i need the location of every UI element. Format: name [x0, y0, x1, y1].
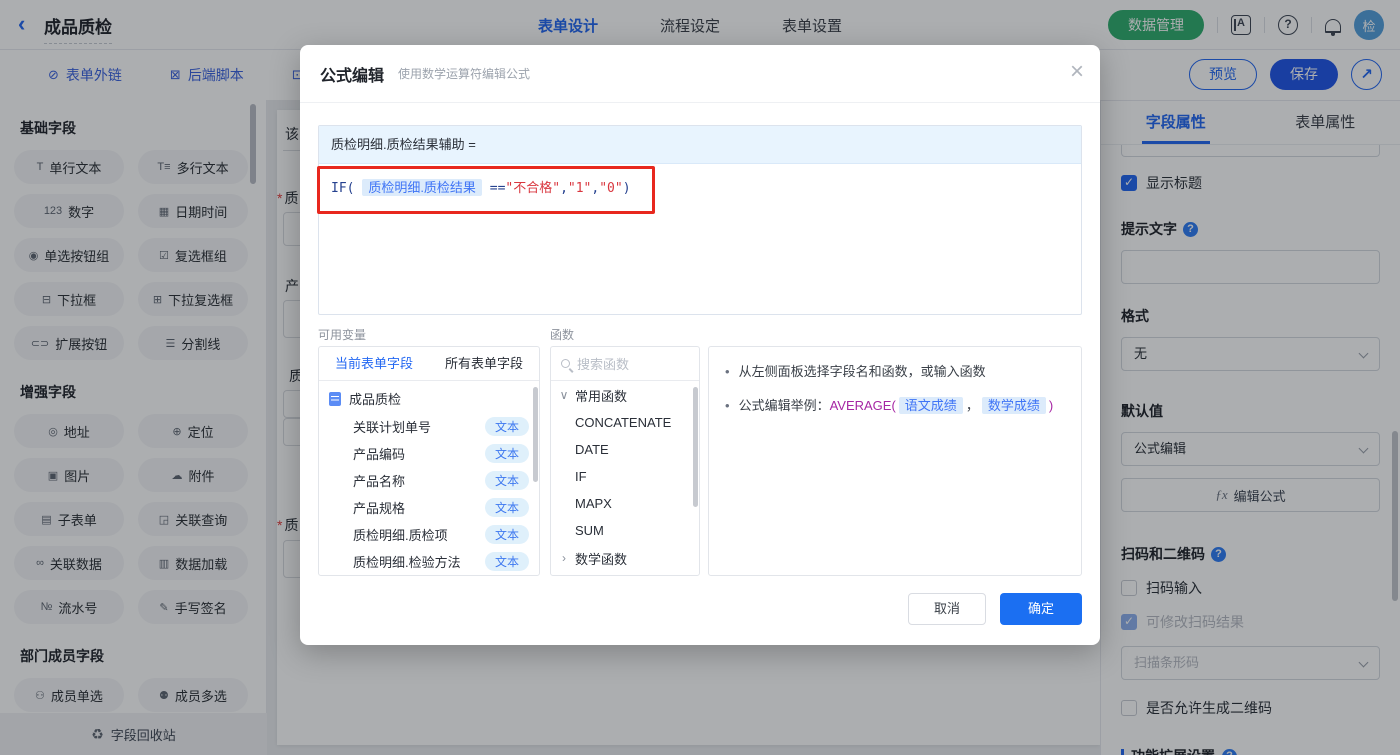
dialog-title: 公式编辑 — [320, 67, 385, 85]
functions-list: ∨ 常用函数 CONCATENATEDATEIFMAPXSUM › 数学函数 ›文本函数 — [551, 381, 699, 575]
variables-tab-当前表单字段[interactable]: 当前表单字段 — [319, 347, 429, 380]
function-group-label: 数学函数 — [575, 551, 628, 567]
function-group-常用函数[interactable]: ∨ 常用函数 — [551, 381, 699, 409]
variable-row[interactable]: 质检明细.质检结果文本 — [319, 575, 539, 576]
formula-code-input[interactable]: IF( 质检明细.质检结果 =="不合格","1","0") — [319, 164, 1081, 213]
functions-label: 函数 — [550, 328, 575, 342]
form-icon — [329, 391, 341, 406]
formula-editor: 质检明细.质检结果辅助 = IF( 质检明细.质检结果 =="不合格","1",… — [318, 125, 1082, 315]
variable-type-badge: 文本 — [484, 498, 529, 517]
variable-name: 质检明细.质检项 — [353, 528, 448, 543]
tip-text-part: AVERAGE( — [829, 398, 896, 413]
function-group-文本函数[interactable]: ›文本函数 — [551, 572, 699, 575]
close-icon[interactable]: × — [1070, 58, 1084, 86]
function-group-label: 常用函数 — [575, 388, 628, 404]
variable-type-badge: 文本 — [484, 552, 529, 571]
formula-token: == — [481, 181, 506, 196]
variable-name: 质检明细.检验方法 — [353, 555, 461, 570]
dialog-subtitle: 使用数学运算符编辑公式 — [398, 67, 531, 81]
tip-example: 公式编辑举例：AVERAGE(语文成绩，数学成绩) — [725, 395, 1065, 416]
formula-target-field: 质检明细.质检结果辅助 = — [319, 126, 1081, 164]
function-item-CONCATENATE[interactable]: CONCATENATE — [551, 409, 699, 436]
form-node-row[interactable]: 成品质检 — [319, 381, 539, 413]
tips-panel: 从左侧面板选择字段名和函数，或输入函数 公式编辑举例：AVERAGE(语文成绩，… — [708, 346, 1082, 576]
confirm-button[interactable]: 确定 — [1000, 593, 1082, 625]
formula-variable-chip[interactable]: 质检明细.质检结果 — [362, 179, 482, 196]
variable-type-badge: 文本 — [484, 444, 529, 463]
function-item-IF[interactable]: IF — [551, 463, 699, 490]
variable-row[interactable]: 产品编码 文本 — [319, 440, 539, 467]
variable-type-badge: 文本 — [484, 525, 529, 544]
tip-text-part: 公式编辑举例： — [738, 398, 830, 413]
variables-tab-所有表单字段[interactable]: 所有表单字段 — [429, 347, 539, 380]
variable-row[interactable]: 质检明细.检验方法 文本 — [319, 548, 539, 575]
tip-text-part: ) — [1048, 398, 1054, 413]
example-field-chip[interactable]: 语文成绩 — [898, 397, 963, 414]
formula-editor-dialog: 公式编辑 使用数学运算符编辑公式 × 质检明细.质检结果辅助 = IF( 质检明… — [300, 45, 1100, 645]
variables-tabs: 当前表单字段 所有表单字段 — [319, 347, 539, 381]
variable-type-badge: 文本 — [484, 417, 529, 436]
variable-row[interactable]: 关联计划单号 文本 — [319, 413, 539, 440]
variables-list: 关联计划单号 文本 产品编码 文本 产品名称 文本 产品规格 文本 质检明细.质检项 文本 质检明细… — [319, 413, 539, 576]
variable-name: 产品规格 — [353, 501, 406, 516]
function-group-数学函数[interactable]: › 数学函数 — [551, 544, 699, 572]
formula-token: ) — [622, 181, 631, 196]
formula-token: , — [560, 181, 568, 196]
function-item-SUM[interactable]: SUM — [551, 517, 699, 544]
formula-token: IF( — [331, 181, 363, 196]
variable-row[interactable]: 质检明细.质检项 文本 — [319, 521, 539, 548]
variable-row[interactable]: 产品规格 文本 — [319, 494, 539, 521]
formula-token: "0" — [599, 181, 623, 196]
chevron-collapsed-icon: › — [562, 551, 566, 565]
variables-label: 可用变量 — [318, 328, 367, 342]
variable-type-badge: 文本 — [484, 471, 529, 490]
function-search[interactable]: 搜索函数 — [551, 347, 699, 381]
variable-name: 产品编码 — [353, 447, 406, 462]
cancel-button[interactable]: 取消 — [908, 593, 986, 625]
variable-row[interactable]: 产品名称 文本 — [319, 467, 539, 494]
functions-panel: 搜索函数 ∨常用函数CONCATENATEDATEIFMAPXSUM›数学函数›… — [550, 346, 700, 576]
tip-text: 从左侧面板选择字段名和函数，或输入函数 — [725, 361, 1065, 382]
variables-panel: 当前表单字段 所有表单字段 成品质检 关联计划单号 文本 产品编码 文本 产品名称 文本 产品… — [318, 346, 540, 576]
search-placeholder: 搜索函数 — [577, 357, 630, 372]
tip-text-part: ， — [965, 398, 979, 413]
function-item-MAPX[interactable]: MAPX — [551, 490, 699, 517]
formula-token: "不合格" — [505, 181, 561, 196]
function-item-DATE[interactable]: DATE — [551, 436, 699, 463]
variable-name: 关联计划单号 — [353, 420, 432, 435]
search-icon — [561, 359, 570, 368]
variables-scrollbar[interactable] — [533, 387, 538, 482]
example-field-chip[interactable]: 数学成绩 — [981, 397, 1046, 414]
formula-token: "1" — [567, 181, 592, 196]
chevron-expanded-icon: ∨ — [559, 388, 569, 402]
functions-scrollbar[interactable] — [693, 387, 698, 507]
variable-name: 产品名称 — [353, 474, 406, 489]
